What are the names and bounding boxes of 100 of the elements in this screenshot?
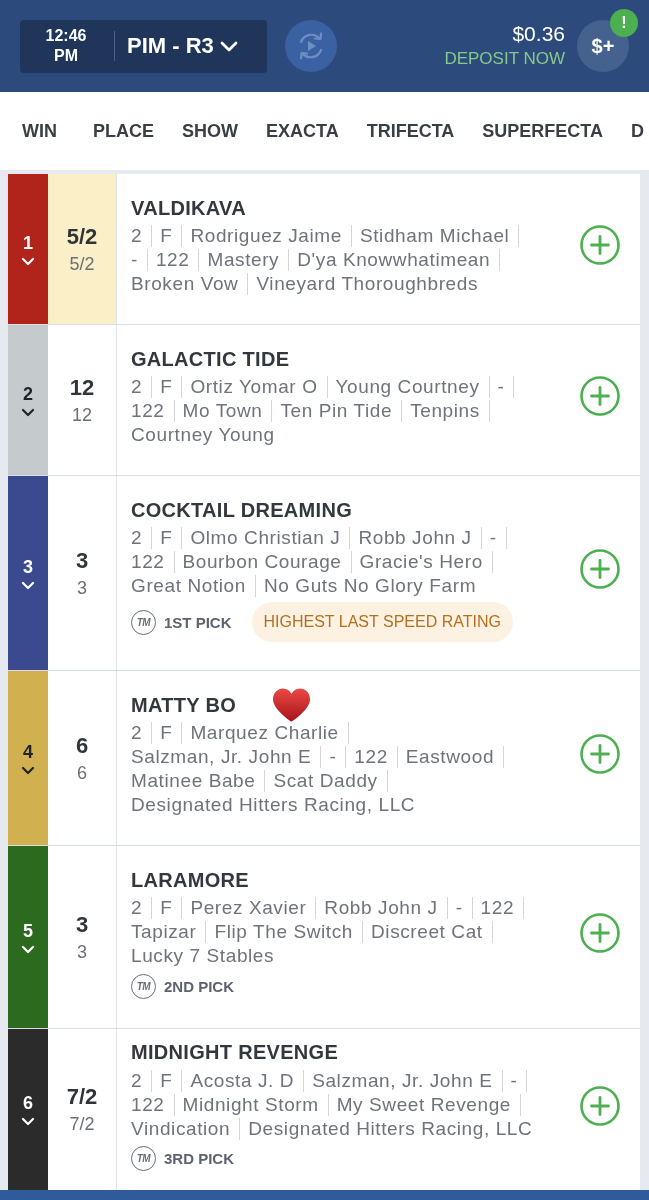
horse-name: MIDNIGHT REVENGE [131, 1041, 339, 1064]
horse-detail: Broken Vow [131, 272, 239, 296]
pick-label: 1ST PICK [164, 613, 232, 631]
horse-name: GALACTIC TIDE [131, 347, 290, 371]
bet-type-tab[interactable]: PLACE [93, 120, 154, 142]
horse-detail: 122 [131, 1092, 165, 1117]
program-number-button[interactable]: 2 [8, 325, 48, 475]
horse-detail: Tapizar [131, 920, 197, 944]
horse-detail: Designated Hitters Racing, LLC [131, 793, 416, 817]
bet-type-tab[interactable]: SHOW [182, 120, 238, 142]
horse-detail: - [329, 745, 337, 769]
horse-detail: F [160, 224, 173, 248]
plus-circle-icon[interactable] [580, 225, 620, 265]
horse-detail: Olmo Christian J [190, 526, 341, 550]
horse-detail: 2 [131, 375, 143, 399]
bet-type-tab[interactable]: TRIFECTA [366, 120, 455, 142]
current-odds: 3 [75, 547, 89, 574]
plus-circle-icon[interactable] [580, 376, 620, 416]
morning-line-odds: 6 [77, 762, 87, 784]
horse-detail: 2 [131, 1068, 143, 1093]
horse-detail: F [160, 721, 173, 745]
account-balance: $0.36 [512, 21, 565, 47]
horse-detail: 122 [480, 896, 515, 920]
horse-name: COCKTAIL DREAMING [131, 498, 353, 522]
horse-detail: - [510, 1068, 518, 1093]
horse-detail: Robb John J [358, 526, 472, 550]
horse-detail: 122 [155, 248, 190, 272]
horse-detail: Acosta J. D [190, 1068, 295, 1093]
chevron-down-icon [21, 1117, 35, 1126]
horse-detail: - [489, 526, 497, 550]
horse-detail: F [160, 526, 173, 550]
morning-line-odds: 7/2 [69, 1114, 95, 1135]
chevron-down-icon [21, 256, 35, 266]
horse-detail: Mo Town [182, 399, 263, 423]
race-dropdown[interactable]: PIM - R3 [127, 33, 238, 59]
horse-detail: - [455, 896, 463, 920]
bet-type-tab[interactable]: SUPERFECTA [482, 120, 604, 142]
horse-detail: Marquez Charlie [190, 721, 339, 745]
pick-label: 2ND PICK [164, 977, 234, 995]
horse-detail: 2 [131, 526, 143, 550]
horse-detail: Scat Daddy [273, 769, 378, 793]
horse-detail: Midnight Storm [182, 1092, 319, 1117]
horse-detail: Rodriguez Jaime [190, 224, 342, 248]
horse-detail: 122 [354, 745, 388, 769]
horse-name: VALDIKAVA [131, 196, 246, 220]
current-odds: 7/2 [66, 1084, 98, 1110]
morning-line-odds: 3 [77, 577, 87, 599]
horse-detail: No Guts No Glory Farm [263, 574, 477, 598]
horse-detail: Designated Hitters Racing, LLC [248, 1116, 533, 1141]
horse-detail: Gracie's Hero [359, 550, 483, 574]
horse-detail: Great Notion [131, 574, 246, 598]
horse-detail: Vindication [131, 1116, 231, 1141]
plus-circle-icon[interactable] [580, 734, 620, 774]
pick-label: 3RD PICK [164, 1150, 234, 1167]
chevron-down-icon [21, 765, 35, 775]
plus-circle-icon[interactable] [580, 1085, 620, 1126]
horse-detail: Tenpins [410, 399, 480, 423]
plus-circle-icon[interactable] [580, 913, 620, 953]
video-button[interactable] [285, 20, 337, 72]
horse-detail: Mastery [207, 248, 280, 272]
horse-detail: D'ya Knowwhatimean [297, 248, 491, 272]
horse-detail: Flip The Switch [214, 920, 353, 944]
horse-detail: Discreet Cat [371, 920, 483, 944]
program-number-button[interactable]: 3 [8, 476, 48, 670]
morning-line-odds: 3 [77, 941, 87, 963]
horse-detail: F [160, 375, 173, 399]
program-number-button[interactable]: 5 [8, 846, 48, 1028]
horse-detail: F [160, 896, 173, 920]
speed-rating-badge: HIGHEST LAST SPEED RATING [251, 602, 513, 642]
horse-detail: Eastwood [405, 745, 495, 769]
program-number-button[interactable]: 6 [8, 1029, 48, 1190]
horse-detail: My Sweet Revenge [336, 1092, 512, 1117]
chevron-down-icon [21, 944, 35, 954]
program-number-button[interactable]: 1 [8, 174, 48, 324]
bet-type-tab[interactable]: EXACTA [266, 120, 339, 142]
horse-detail: Vineyard Thoroughbreds [256, 272, 479, 296]
horse-detail: 2 [131, 224, 143, 248]
horse-detail: 2 [131, 721, 143, 745]
bet-type-tab[interactable]: WIN [22, 120, 57, 142]
horse-detail: Ortiz Yomar O [190, 375, 318, 399]
horse-detail: 122 [131, 550, 165, 574]
morning-line-odds: 12 [72, 404, 92, 426]
bet-type-tab[interactable]: D [631, 120, 645, 142]
chevron-down-icon [21, 407, 35, 417]
horse-name: MATTY BO [131, 693, 236, 717]
current-odds: 6 [75, 732, 89, 759]
plus-circle-icon[interactable] [580, 549, 620, 589]
alert-badge: ! [610, 9, 638, 37]
horse-detail: 2 [131, 896, 143, 920]
horse-name: LARAMORE [131, 868, 249, 892]
horse-detail: Stidham Michael [359, 224, 510, 248]
horse-detail: Salzman, Jr. John E [131, 745, 312, 769]
horse-detail: Courtney Young [131, 423, 275, 447]
horse-detail: Young Courtney [335, 375, 480, 399]
deposit-link[interactable]: DEPOSIT NOW [444, 47, 565, 71]
program-number-button[interactable]: 4 [8, 671, 48, 845]
current-odds: 3 [75, 911, 89, 938]
horse-detail: Bourbon Courage [182, 550, 342, 574]
horse-detail: 122 [131, 399, 165, 423]
horse-detail: Salzman, Jr. John E [312, 1068, 493, 1093]
